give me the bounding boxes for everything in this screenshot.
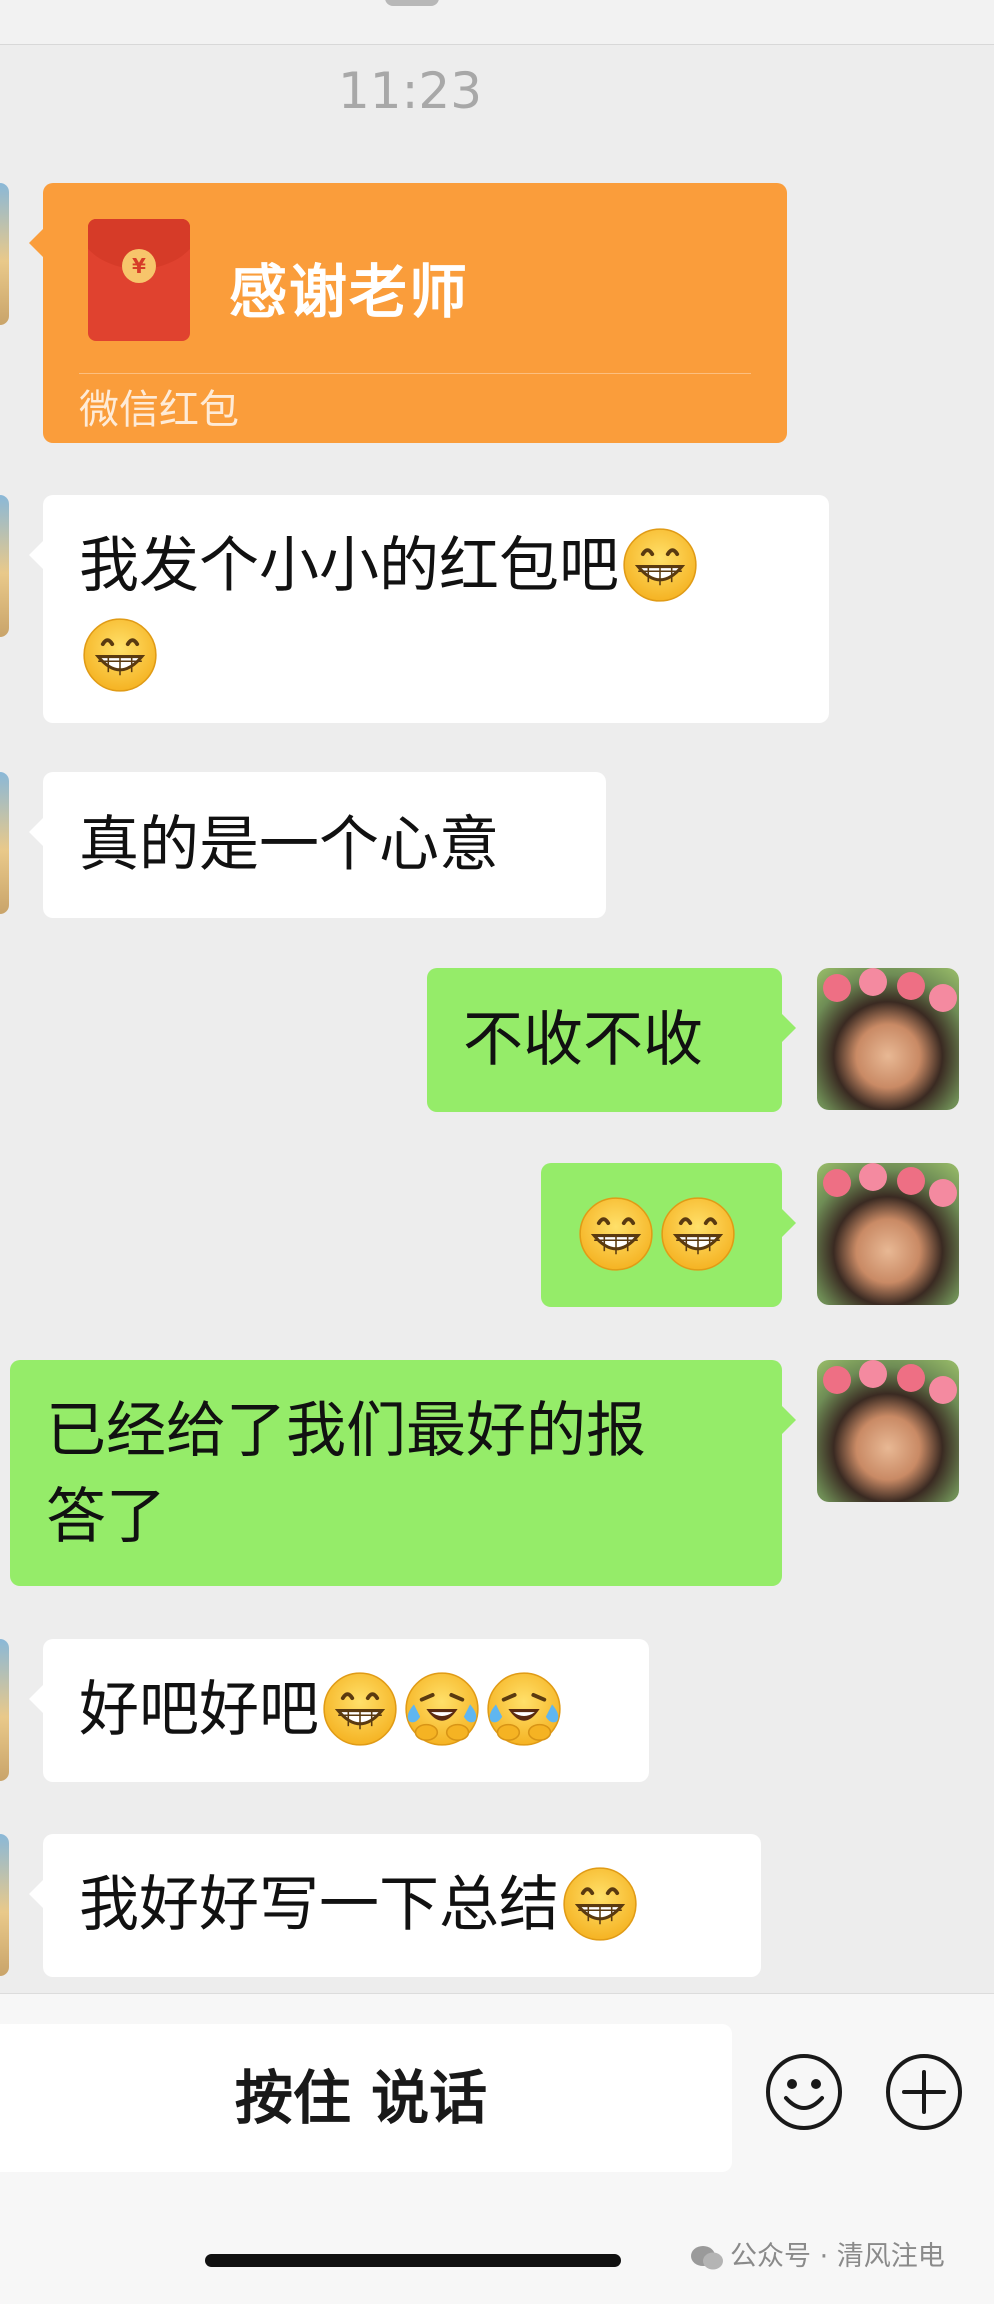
grinning-emoji-icon — [81, 616, 159, 694]
contact-avatar-edge[interactable] — [0, 1639, 9, 1781]
grinning-emoji-icon — [577, 1195, 655, 1273]
chat-bubble-incoming[interactable]: 我好好写一下总结 — [29, 1834, 761, 1977]
wechat-icon — [690, 2245, 724, 2271]
message-text-line1: 已经给了我们最好的报 — [46, 1396, 646, 1466]
chat-bubble-outgoing[interactable] — [541, 1163, 796, 1307]
chat-input-bar: 按住 说话 公众号 · 清风注电 — [0, 1993, 994, 2304]
message-text: 我好好写一下总结 — [79, 1870, 559, 1940]
message-timestamp: 11:23 — [337, 62, 483, 120]
chat-bubble-outgoing[interactable]: 不收不收 — [427, 968, 796, 1112]
contact-avatar-edge[interactable] — [0, 495, 9, 637]
grinning-emoji-icon — [621, 526, 699, 604]
my-avatar[interactable] — [817, 968, 959, 1110]
contact-avatar-edge[interactable] — [0, 772, 9, 914]
hold-to-talk-button[interactable]: 按住 说话 — [0, 2024, 732, 2172]
chat-bubble-incoming[interactable]: 我发个小小的红包吧 — [29, 495, 829, 723]
grinning-emoji-icon — [659, 1195, 737, 1273]
watermark: 公众号 · 清风注电 — [690, 2234, 945, 2273]
my-avatar[interactable] — [817, 1163, 959, 1305]
message-text-line2: 答了 — [46, 1482, 166, 1552]
contact-avatar-edge[interactable] — [0, 183, 9, 325]
grinning-emoji-icon — [561, 1865, 639, 1943]
top-bar-edge — [0, 0, 994, 45]
red-packet-icon: ¥ — [88, 219, 190, 341]
message-text: 好吧好吧 — [79, 1675, 319, 1745]
message-text: 真的是一个心意 — [79, 810, 499, 880]
red-packet-message[interactable]: ¥ 感谢老师 微信红包 — [29, 183, 787, 443]
top-handle — [385, 0, 439, 6]
plus-circle-icon[interactable] — [884, 2052, 964, 2132]
watermark-text: 公众号 · 清风注电 — [730, 2241, 945, 2272]
message-text: 我发个小小的红包吧 — [79, 531, 619, 601]
grinning-emoji-icon — [321, 1670, 399, 1748]
my-avatar[interactable] — [817, 1360, 959, 1502]
chat-bubble-incoming[interactable]: 好吧好吧 — [29, 1639, 649, 1782]
smiley-face-icon[interactable] — [764, 2052, 844, 2132]
contact-avatar-edge[interactable] — [0, 1834, 9, 1976]
home-indicator — [205, 2254, 621, 2267]
red-packet-title: 感谢老师 — [229, 258, 470, 326]
divider — [79, 373, 751, 374]
tears-of-joy-emoji-icon — [403, 1670, 481, 1748]
chat-bubble-incoming[interactable]: 真的是一个心意 — [29, 772, 606, 918]
red-packet-label: 微信红包 — [79, 387, 239, 433]
chat-bubble-outgoing[interactable]: 已经给了我们最好的报 答了 — [10, 1360, 796, 1586]
tears-of-joy-emoji-icon — [485, 1670, 563, 1748]
message-text: 不收不收 — [463, 1005, 703, 1075]
